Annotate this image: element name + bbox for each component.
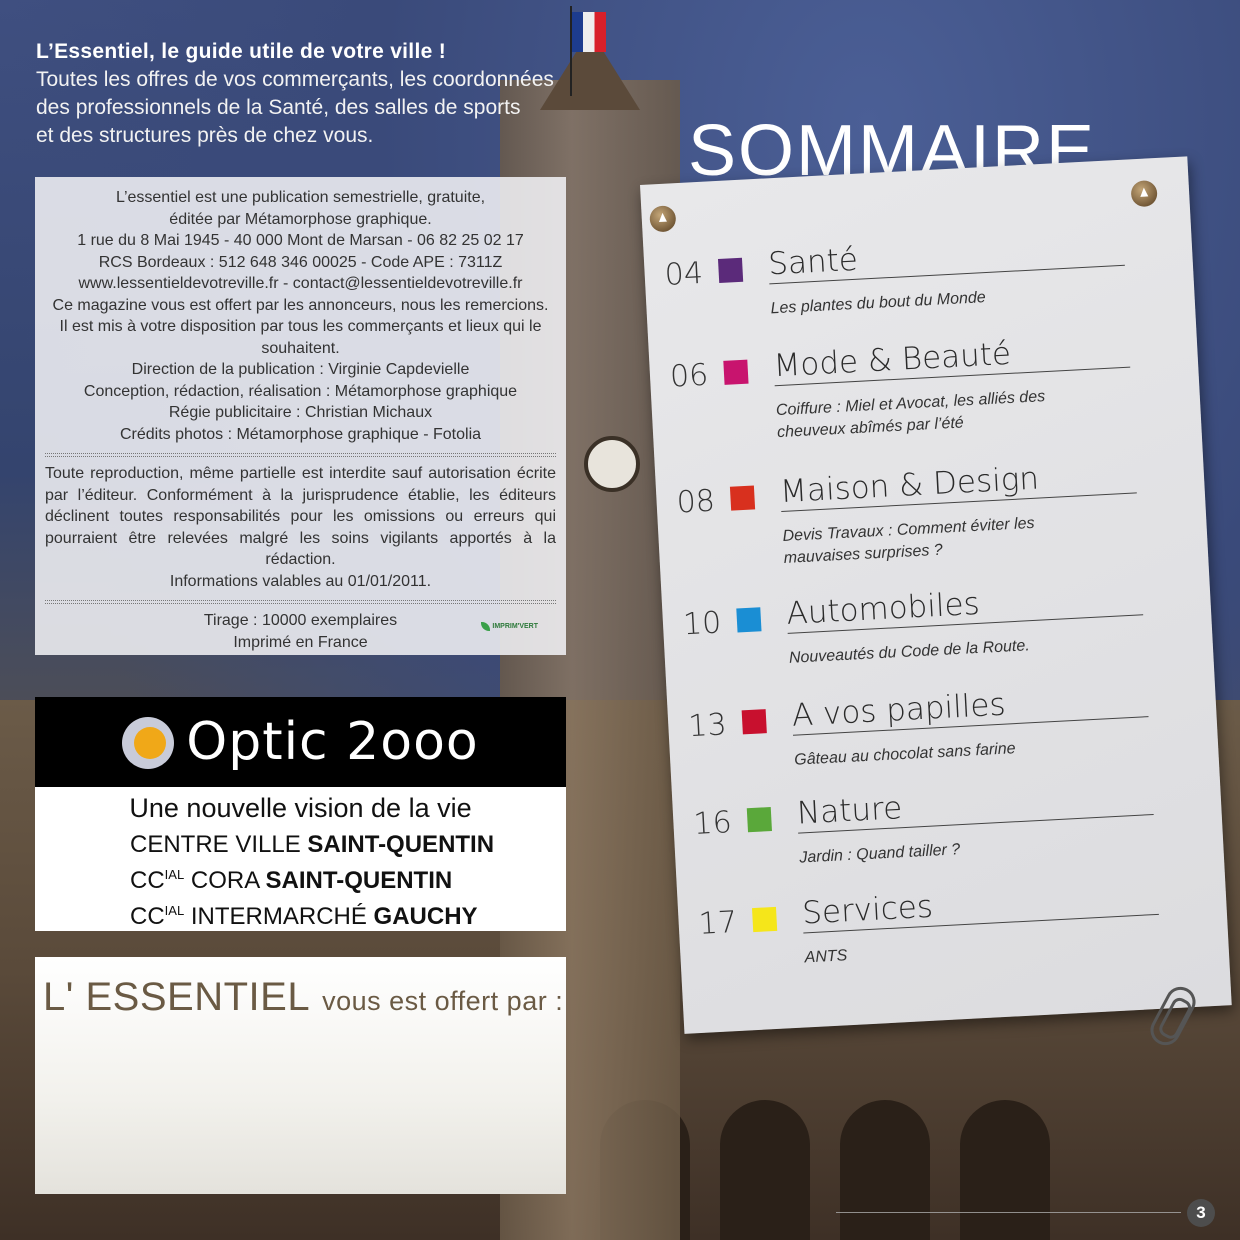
tirage-text: Tirage : 10000 exemplaires xyxy=(203,612,398,629)
sommaire-entry[interactable]: 10 Automobiles Nouveautés du Code de la Ro… xyxy=(682,577,1151,667)
entry-page-number: 13 xyxy=(687,707,728,745)
entry-page-number: 17 xyxy=(697,904,738,942)
divider xyxy=(45,600,556,604)
entry-page-number: 06 xyxy=(669,357,710,395)
intro-line: et des structures près de chez vous. xyxy=(36,124,374,147)
optic-logo-icon xyxy=(122,713,180,771)
colophon-line: 1 rue du 8 Mai 1945 - 40 000 Mont de Mar… xyxy=(77,232,524,249)
entry-color-square xyxy=(717,257,744,283)
entry-subtitle: ANTS xyxy=(804,947,848,967)
entry-color-square xyxy=(741,709,767,735)
entry-page-number: 04 xyxy=(663,255,704,293)
entry-subtitle: Les plantes du bout du Monde xyxy=(770,289,987,318)
offered-by-box: L' ESSENTIEL vous est offert par : xyxy=(35,957,566,1194)
sommaire-entry[interactable]: 06 Mode & Beauté Coiffure : Miel et Avocat… xyxy=(669,329,1138,441)
colophon-line: Conception, rédaction, réalisation : Mét… xyxy=(83,382,518,400)
colophon-line: Ce magazine vous est offert par les anno… xyxy=(52,296,549,314)
colophon-validity: Informations valables au 01/01/2011. xyxy=(169,572,432,590)
imprimvert-logo: IMPRIM'VERT xyxy=(481,616,538,638)
footer-rule xyxy=(836,1212,1181,1213)
colophon-line: RCS Bordeaux : 512 648 346 00025 - Code … xyxy=(98,253,503,271)
entry-subtitle: Coiffure : Miel et Avocat, les alliés de… xyxy=(775,388,1046,442)
optic-brand: Optic 2ooo xyxy=(186,712,479,772)
colophon-print: Tirage : 10000 exemplaires Imprimé en Fr… xyxy=(45,610,556,653)
entry-color-square xyxy=(746,807,772,833)
colophon-line: L’essentiel est une publication semestri… xyxy=(115,189,486,206)
building-arch xyxy=(960,1100,1050,1240)
entry-title: Services xyxy=(801,876,1159,934)
sommaire-entry[interactable]: 13 A vos papilles Gâteau au chocolat sans … xyxy=(687,679,1156,769)
entry-subtitle: Devis Travaux : Comment éviter les mauva… xyxy=(782,514,1035,567)
offered-by-subtitle: vous est offert par : xyxy=(322,986,564,1016)
colophon-legal: Toute reproduction, même partielle est i… xyxy=(45,465,556,568)
colophon-line: Crédits photos : Métamorphose graphique … xyxy=(119,425,482,443)
sommaire-entry[interactable]: 16 Nature Jardin : Quand tailler ? xyxy=(692,777,1161,867)
optic-locations: CENTRE VILLE SAINT-QUENTIN CCIAL CORA SA… xyxy=(35,830,566,932)
entry-title: A vos papilles xyxy=(791,679,1149,736)
leaf-icon xyxy=(481,621,491,631)
entry-title: Mode & Beauté xyxy=(772,329,1131,387)
colophon-line: Régie publicitaire : Christian Michaux xyxy=(168,404,433,421)
offered-by-heading: L' ESSENTIEL vous est offert par : xyxy=(43,975,563,1020)
pin-icon xyxy=(1130,179,1158,208)
colophon-line: Direction de la publication : Virginie C… xyxy=(131,361,470,378)
optic-tagline: Une nouvelle vision de la vie xyxy=(129,793,472,823)
entry-color-square xyxy=(736,607,762,633)
sommaire-entry[interactable]: 17 Services ANTS xyxy=(698,876,1167,966)
entry-title: Maison & Design xyxy=(779,455,1137,513)
sommaire-entry[interactable]: 08 Maison & Design Devis Travaux : Comment… xyxy=(675,455,1144,567)
french-flag-icon xyxy=(572,12,606,52)
entry-color-square xyxy=(723,359,749,385)
clock-icon xyxy=(584,436,640,492)
sommaire-sheet: 04 Santé Les plantes du bout du Monde 06 Mod… xyxy=(640,156,1232,1034)
building-arch xyxy=(720,1100,810,1240)
intro-line: des professionnels de la Santé, des sall… xyxy=(36,96,521,119)
optic-ad: Optic 2ooo Une nouvelle vision de la vie… xyxy=(35,697,566,931)
colophon-info: L’essentiel est une publication semestri… xyxy=(45,187,556,445)
optic-header: Optic 2ooo xyxy=(35,697,566,787)
offered-by-title: L' ESSENTIEL xyxy=(43,975,311,1019)
optic-location: CCIAL CORA SAINT-QUENTIN xyxy=(130,867,453,894)
entry-subtitle: Gâteau au chocolat sans farine xyxy=(793,740,1016,769)
pin-icon xyxy=(649,205,677,233)
optic-location: CENTRE VILLE SAINT-QUENTIN xyxy=(130,831,495,858)
imprime-text: Imprimé en France xyxy=(233,633,368,651)
entry-page-number: 08 xyxy=(675,483,716,521)
colophon-box: L’essentiel est une publication semestri… xyxy=(35,177,566,655)
divider xyxy=(45,453,556,457)
entry-title: Santé xyxy=(767,227,1125,285)
page-number: 3 xyxy=(1187,1199,1215,1227)
imprimvert-text: IMPRIM'VERT xyxy=(492,623,538,630)
intro-line: Toutes les offres de vos commerçants, le… xyxy=(36,68,554,91)
optic-location: CCIAL INTERMARCHÉ GAUCHY xyxy=(130,903,478,930)
entry-color-square xyxy=(729,485,756,511)
colophon-line: éditée par Métamorphose graphique. xyxy=(169,210,432,228)
colophon-line: www.lessentieldevotreville.fr - contact@… xyxy=(78,275,523,292)
intro-title: L’Essentiel, le guide utile de votre vil… xyxy=(36,40,446,63)
intro-body: Toutes les offres de vos commerçants, le… xyxy=(36,66,576,150)
entry-subtitle: Jardin : Quand tailler ? xyxy=(798,841,961,867)
sommaire-entry[interactable]: 04 Santé Les plantes du bout du Monde xyxy=(664,227,1133,317)
entry-title: Automobiles xyxy=(785,577,1144,634)
entry-subtitle: Nouveautés du Code de la Route. xyxy=(788,637,1031,667)
colophon-line: Il est mis à votre disposition par tous … xyxy=(59,318,542,357)
entry-page-number: 10 xyxy=(682,605,723,643)
entry-color-square xyxy=(751,906,778,933)
entry-title: Nature xyxy=(796,777,1154,834)
building-arch xyxy=(840,1100,930,1240)
intro: L’Essentiel, le guide utile de votre vil… xyxy=(36,40,576,150)
entry-page-number: 16 xyxy=(692,805,733,843)
